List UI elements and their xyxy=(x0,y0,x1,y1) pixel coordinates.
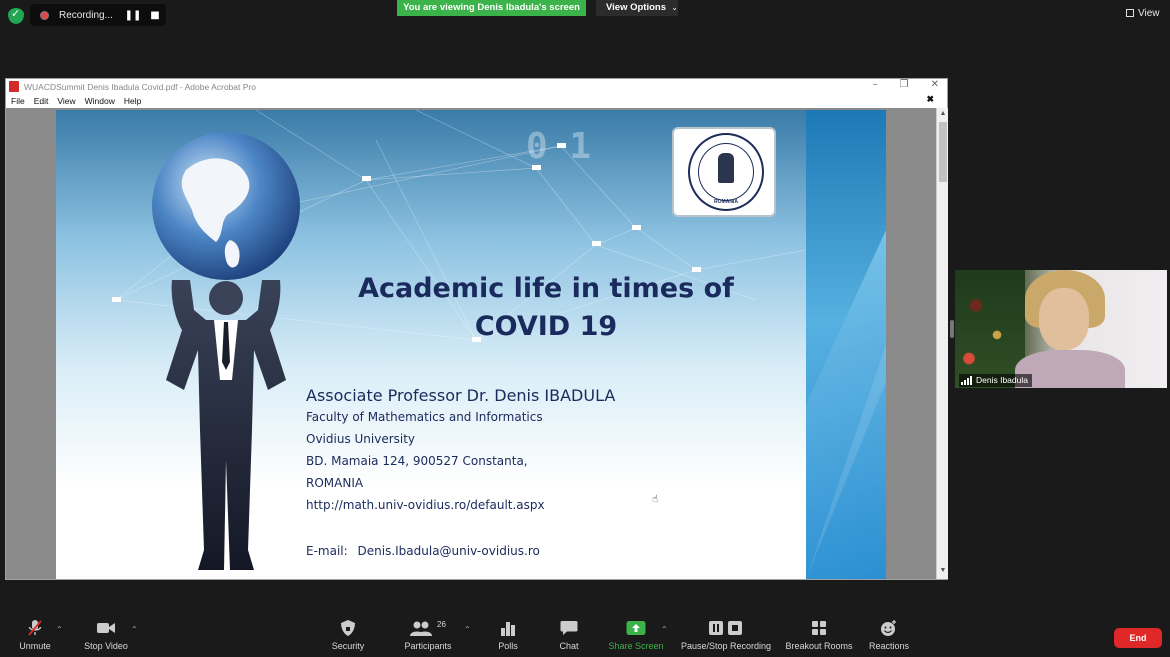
pause-recording-icon[interactable]: ❚❚ xyxy=(125,7,142,23)
acrobat-window-title: WUACDSummit Denis Ibadula Covid.pdf - Ad… xyxy=(24,81,256,92)
participants-caret-icon[interactable]: ⌃ xyxy=(464,625,471,634)
reactions-label: Reactions xyxy=(868,641,910,651)
slide-email-label: E-mail: xyxy=(306,544,348,558)
participant-video-tile[interactable]: Denis Ibadula xyxy=(955,270,1167,388)
video-options-caret-icon[interactable]: ⌃ xyxy=(131,625,138,634)
polls-label: Polls xyxy=(498,641,518,651)
security-button[interactable]: Security xyxy=(326,619,370,651)
video-camera-icon xyxy=(80,619,132,637)
polls-bar-chart-icon xyxy=(492,619,524,637)
pause-stop-recording-button[interactable]: Pause/Stop Recording xyxy=(678,619,774,651)
breakout-rooms-label: Breakout Rooms xyxy=(785,641,853,651)
pause-stop-recording-icon xyxy=(678,619,774,637)
slide-email: Denis.Ibadula@univ-ovidius.ro xyxy=(357,544,540,558)
view-label: View xyxy=(1138,8,1160,19)
acrobat-title-bar: WUACDSummit Denis Ibadula Covid.pdf - Ad… xyxy=(6,79,947,94)
chevron-down-icon: ⌄ xyxy=(671,4,678,12)
menu-window[interactable]: Window xyxy=(85,96,115,106)
slide-right-decoration xyxy=(806,110,886,579)
menu-edit[interactable]: Edit xyxy=(34,96,49,106)
stop-video-button[interactable]: Stop Video xyxy=(80,619,132,651)
menu-view[interactable]: View xyxy=(57,96,75,106)
participant-name-tag: Denis Ibadula xyxy=(959,374,1032,387)
view-layout-button[interactable]: View xyxy=(1126,8,1160,19)
grid-view-icon xyxy=(1126,9,1134,17)
restore-icon[interactable]: ❐ xyxy=(900,79,909,90)
stop-video-label: Stop Video xyxy=(84,641,128,651)
muted-microphone-icon xyxy=(14,619,56,637)
menu-help[interactable]: Help xyxy=(124,96,141,106)
seal-text: ROMANIA xyxy=(714,199,738,205)
breakout-rooms-grid-icon xyxy=(782,619,856,637)
end-meeting-button[interactable]: End xyxy=(1114,628,1162,648)
menu-file[interactable]: File xyxy=(11,96,25,106)
participants-button[interactable]: 26 Participants xyxy=(400,619,456,652)
view-options-label: View Options xyxy=(606,2,667,13)
slide-title-line-1: Academic life in times of xyxy=(358,273,734,304)
slide-title-line-2: COVID 19 xyxy=(474,311,618,342)
participant-name: Denis Ibadula xyxy=(976,375,1028,385)
stop-recording-icon[interactable]: ■ xyxy=(147,7,163,23)
hand-cursor-icon: ☝ xyxy=(652,494,659,505)
security-shield-toolbar-icon xyxy=(326,619,370,637)
reactions-button[interactable]: Reactions xyxy=(866,619,912,651)
slide-faculty: Faculty of Mathematics and Informatics xyxy=(306,410,543,424)
university-seal-logo: ROMANIA xyxy=(672,127,776,217)
man-holding-globe-illustration xyxy=(152,132,300,570)
document-viewport[interactable]: 0 1 ROMANIA Academic life in times of CO… xyxy=(6,108,936,579)
reactions-smiley-icon xyxy=(866,619,912,637)
share-screen-button[interactable]: Share Screen xyxy=(606,619,666,651)
unmute-label: Unmute xyxy=(19,641,51,651)
signal-strength-icon xyxy=(961,376,972,385)
close-window-icon[interactable]: ✕ xyxy=(931,79,939,90)
security-shield-icon[interactable] xyxy=(8,7,24,24)
share-screen-icon xyxy=(606,619,666,637)
viewing-screen-banner: You are viewing Denis Ibadula's screen xyxy=(397,0,586,16)
share-options-caret-icon[interactable]: ⌃ xyxy=(661,625,668,634)
chat-button[interactable]: Chat xyxy=(554,619,584,651)
participant-face xyxy=(1039,288,1089,350)
recording-dot-icon xyxy=(40,10,49,20)
presentation-slide: 0 1 ROMANIA Academic life in times of CO… xyxy=(56,110,886,579)
document-scrollbar[interactable]: ▲ ▼ xyxy=(936,108,948,579)
audio-options-caret-icon[interactable]: ⌃ xyxy=(56,625,63,634)
slide-country: ROMANIA xyxy=(306,476,364,490)
slide-author: Associate Professor Dr. Denis IBADULA xyxy=(306,386,616,405)
participant-count: 26 xyxy=(437,619,446,629)
participants-label: Participants xyxy=(404,641,452,651)
security-label: Security xyxy=(331,641,365,651)
recording-label: Recording... xyxy=(59,9,113,21)
slide-address: BD. Mamaia 124, 900527 Constanta, xyxy=(306,454,528,468)
minimize-icon[interactable]: – xyxy=(873,79,878,90)
slide-university: Ovidius University xyxy=(306,432,416,446)
slide-website: http://math.univ-ovidius.ro/default.aspx xyxy=(306,498,545,512)
pdf-file-icon xyxy=(9,81,19,92)
svg-text:0 1: 0 1 xyxy=(526,126,591,167)
video-panel-drag-handle[interactable] xyxy=(950,320,954,338)
scroll-up-icon[interactable]: ▲ xyxy=(938,110,948,120)
share-screen-label: Share Screen xyxy=(608,641,664,651)
polls-button[interactable]: Polls xyxy=(492,619,524,651)
zoom-meeting-window: Recording... ❚❚ ■ You are viewing Denis … xyxy=(0,0,1170,657)
unmute-button[interactable]: Unmute xyxy=(14,619,56,651)
shared-acrobat-window: WUACDSummit Denis Ibadula Covid.pdf - Ad… xyxy=(5,78,948,580)
participants-icon: 26 xyxy=(400,619,456,637)
chat-label: Chat xyxy=(559,641,579,651)
slide-email-row: E-mail: Denis.Ibadula@univ-ovidius.ro xyxy=(306,544,540,558)
chat-bubble-icon xyxy=(554,619,584,637)
slide-title: Academic life in times of COVID 19 xyxy=(336,270,756,346)
acrobat-menu-bar: File Edit View Window Help ✖ xyxy=(6,94,947,108)
scroll-down-icon[interactable]: ▼ xyxy=(938,567,948,577)
pause-stop-recording-label: Pause/Stop Recording xyxy=(680,641,772,651)
scrollbar-thumb[interactable] xyxy=(939,122,947,182)
recording-indicator: Recording... ❚❚ ■ xyxy=(30,4,166,26)
meeting-toolbar: Unmute ⌃ Stop Video ⌃ Security 26 Partic… xyxy=(0,613,1170,657)
breakout-rooms-button[interactable]: Breakout Rooms xyxy=(782,619,856,651)
view-options-button[interactable]: View Options ⌄ xyxy=(596,0,678,16)
close-document-icon[interactable]: ✖ xyxy=(926,94,934,105)
